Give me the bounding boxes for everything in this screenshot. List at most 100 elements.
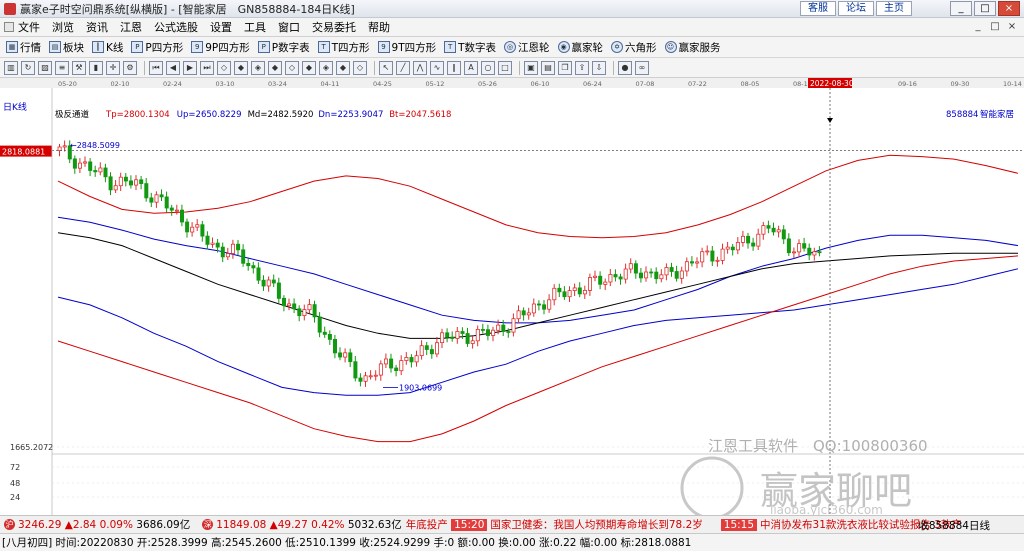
mdi-restore-button[interactable]: □ [987,20,1003,34]
t-table-button[interactable]: T T数字表 [444,40,496,55]
t-square-button[interactable]: T T四方形 [317,40,370,55]
homepage-link[interactable]: 主页 [876,1,912,16]
channel-line-dn [57,268,1019,396]
fan-icon[interactable]: ⋀ [413,60,427,75]
customer-service-link[interactable]: 客服 [800,1,836,16]
kline-chart[interactable]: 05-20 02-10 02-24 03-10 03-24 04-11 04-25 05-12… [0,78,1024,520]
crosshair-icon[interactable]: ✛ [106,60,120,75]
candle-down [88,161,93,171]
kline-chart-svg[interactable]: 05-20 02-10 02-24 03-10 03-24 04-11 04-25 05-12… [0,78,1024,520]
save-icon[interactable]: ▣ [524,60,538,75]
print-icon[interactable]: ▤ [541,60,555,75]
winner-wheel-button[interactable]: ◉ 赢家轮 [557,40,603,55]
maximize-button[interactable]: □ [974,1,996,16]
candle-down [633,263,638,274]
candle-up [266,279,271,287]
watermark-url: liaoba.yjcl360.com [770,503,883,515]
candle-down [103,167,108,178]
circle-icon[interactable]: ○ [481,60,495,75]
candle-up [496,324,501,331]
candle-up [470,340,475,344]
menu-formula[interactable]: 公式选股 [148,19,204,35]
candle-down [450,336,455,339]
list-icon[interactable]: ≡ [55,60,69,75]
wave-icon[interactable]: ∿ [430,60,444,75]
menu-help[interactable]: 帮助 [362,19,396,35]
candle-up [792,251,797,254]
settings-icon[interactable]: ⚙ [123,60,137,75]
sz-index-amount: 5032.63亿 [347,519,402,531]
menu-info[interactable]: 资讯 [80,19,114,35]
menu-gann[interactable]: 江恩 [114,19,148,35]
menu-trade[interactable]: 交易委托 [306,19,362,35]
diamond-d-icon[interactable]: ◆ [302,60,316,75]
color-icon[interactable]: ● [618,60,632,75]
bars-icon[interactable]: ▮ [89,60,103,75]
last-icon[interactable]: ⏭ [200,60,214,75]
channel-icon[interactable]: ∥ [447,60,461,75]
candle-down [220,246,225,258]
candle-down [557,287,562,293]
p-table-button[interactable]: P P数字表 [257,40,310,55]
p-square-icon: P [131,41,144,53]
menu-browse[interactable]: 浏览 [46,19,80,35]
diamond-b-icon[interactable]: ◆ [268,60,282,75]
service-button[interactable]: ☺ 赢家服务 [664,40,721,55]
candle-up [434,342,439,355]
sz-index-pct: 0.42% [311,518,345,531]
watermark-text: 江恩工具软件 QQ:100800360 [708,437,928,455]
candle-up [230,243,235,254]
kline-button[interactable]: ┃ K线 [92,40,123,55]
diamond-a-icon[interactable]: ◈ [251,60,265,75]
zoom-in-icon[interactable]: ◇ [217,60,231,75]
news-item[interactable]: 国家卫健委：我国人均预期寿命增长到78.2岁 [490,517,702,532]
close-button[interactable]: × [998,1,1020,16]
toolbar-separator [144,60,145,75]
prev-icon[interactable]: ◀ [166,60,180,75]
diamond-g-icon[interactable]: ◇ [353,60,367,75]
menu-settings[interactable]: 设置 [204,19,238,35]
forum-link[interactable]: 论坛 [838,1,874,16]
quotes-button[interactable]: ▦ 行情 [6,40,41,55]
pointer-icon[interactable]: ↖ [379,60,393,75]
mdi-close-button[interactable]: × [1004,20,1020,34]
layout-icon[interactable]: ▥ [4,60,18,75]
copy-icon[interactable]: ❐ [558,60,572,75]
candle-up [475,328,480,342]
candle-up [552,287,557,301]
candle-down [123,176,128,182]
9t-square-button[interactable]: 9 9T四方形 [377,40,436,55]
minimize-button[interactable]: _ [950,1,972,16]
refresh-icon[interactable]: ↻ [21,60,35,75]
text-icon[interactable]: A [464,60,478,75]
candle-up [419,345,424,357]
hexagon-button[interactable]: ✡ 六角形 [611,40,657,55]
candle-down [322,331,327,335]
square-icon[interactable]: □ [498,60,512,75]
candle-up [628,263,633,270]
9p-square-button[interactable]: 9 9P四方形 [191,40,250,55]
candle-down [802,243,807,249]
infinity-icon[interactable]: ∞ [635,60,649,75]
9t-square-icon: 9 [377,41,390,53]
tools-icon[interactable]: ⚒ [72,60,86,75]
zoom-out-icon[interactable]: ◆ [234,60,248,75]
p-square-button[interactable]: P P四方形 [131,40,183,55]
diamond-c-icon[interactable]: ◇ [285,60,299,75]
chart-icon[interactable]: ▨ [38,60,52,75]
next-icon[interactable]: ▶ [183,60,197,75]
menu-window[interactable]: 窗口 [272,19,306,35]
diamond-f-icon[interactable]: ◆ [336,60,350,75]
mdi-minimize-button[interactable]: _ [970,20,986,34]
export-icon[interactable]: ⇪ [575,60,589,75]
menu-tools[interactable]: 工具 [238,19,272,35]
news-ticker-prefix[interactable]: 年底投产 [406,517,448,532]
line-icon[interactable]: ╱ [396,60,410,75]
import-icon[interactable]: ⇩ [592,60,606,75]
diamond-e-icon[interactable]: ◈ [319,60,333,75]
candle-down [485,329,490,336]
date-tick-label: 02-10 [111,80,130,88]
gann-wheel-button[interactable]: ◎ 江恩轮 [504,40,550,55]
sector-button[interactable]: ▤ 板块 [49,40,84,55]
first-icon[interactable]: ⏮ [149,60,163,75]
